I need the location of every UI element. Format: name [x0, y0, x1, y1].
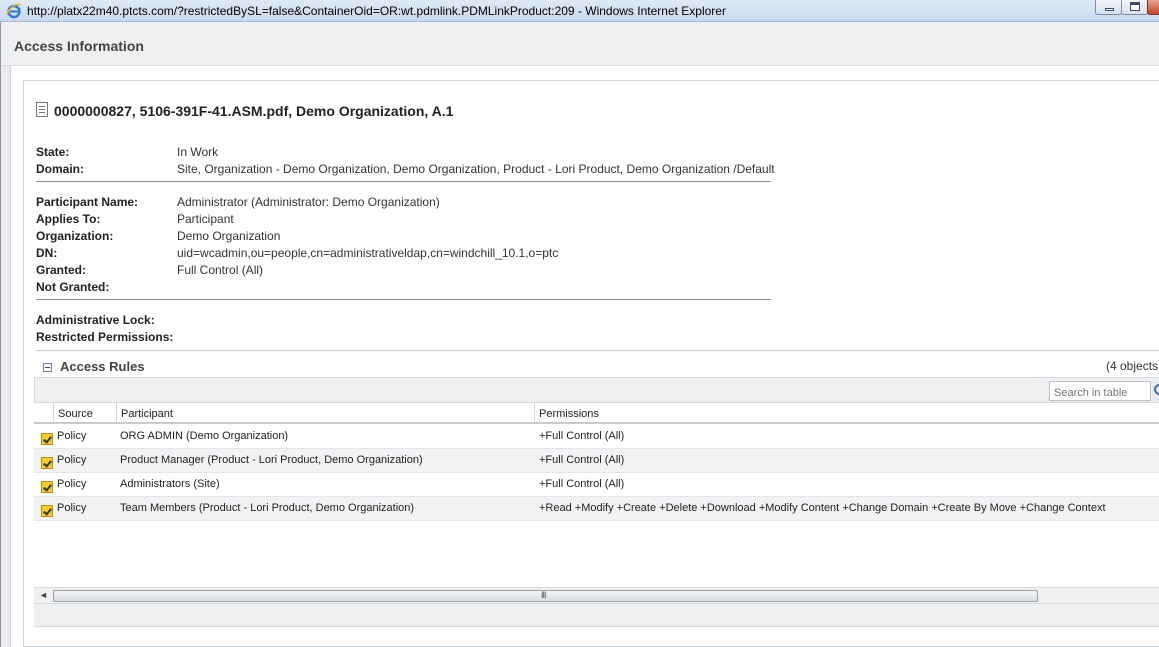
maximize-icon [1130, 2, 1140, 11]
table-row[interactable]: Policy Administrators (Site) +Full Contr… [34, 473, 1159, 497]
window-title: http://platx22m40.ptcts.com/?restrictedB… [27, 4, 726, 18]
granted-label: Granted: [36, 263, 87, 277]
access-rule-icon [41, 505, 53, 517]
state-value: In Work [177, 145, 219, 159]
window-titlebar: http://platx22m40.ptcts.com/?restrictedB… [0, 0, 1159, 22]
cell-participant: Administrators (Site) [120, 478, 220, 490]
scroll-left-icon[interactable]: ◄ [39, 590, 48, 600]
cell-source: Policy [57, 502, 87, 514]
maximize-button[interactable] [1121, 0, 1148, 15]
content-area: 0000000827, 5106-391F-41.ASM.pdf, Demo O… [10, 66, 1159, 647]
minimize-button[interactable] [1095, 0, 1122, 15]
applies-to-label: Applies To: [36, 212, 101, 226]
participant-name-label: Participant Name: [36, 195, 139, 209]
cell-participant: Team Members (Product - Lori Product, De… [120, 502, 415, 514]
domain-label: Domain: [36, 162, 84, 176]
participant-name-value: Administrator (Administrator: Demo Organ… [177, 195, 440, 209]
table-row[interactable]: Policy Team Members (Product - Lori Prod… [34, 497, 1159, 521]
divider [36, 299, 771, 300]
cell-participant: Product Manager (Product - Lori Product,… [120, 454, 423, 466]
access-rules-title: Access Rules [60, 359, 145, 374]
applies-to-value: Participant [177, 212, 234, 226]
access-rule-icon [41, 457, 53, 469]
cell-permissions: +Full Control (All) [539, 478, 625, 490]
access-rule-icon [41, 433, 53, 445]
dn-label: DN: [36, 246, 58, 260]
not-granted-label: Not Granted: [36, 280, 110, 294]
cell-source: Policy [57, 430, 87, 442]
column-header-source[interactable]: Source [53, 403, 115, 423]
cell-permissions: +Full Control (All) [539, 430, 625, 442]
cell-participant: ORG ADMIN (Demo Organization) [120, 430, 289, 442]
window-frame: Access Information 0000000827, 5106-391F… [0, 22, 1159, 647]
internet-explorer-icon [6, 3, 22, 19]
cell-permissions: +Read +Modify +Create +Delete +Download … [539, 502, 1106, 514]
document-icon [36, 102, 48, 117]
scrollbar-grip-icon: III [541, 590, 546, 600]
organization-label: Organization: [36, 229, 114, 243]
page-header: Access Information [1, 22, 1159, 66]
administrative-lock-label: Administrative Lock: [36, 313, 155, 327]
state-label: State: [36, 145, 70, 159]
object-title: 0000000827, 5106-391F-41.ASM.pdf, Demo O… [54, 103, 454, 119]
close-button[interactable] [1147, 0, 1159, 15]
horizontal-scrollbar[interactable]: ◄ III [34, 587, 1159, 603]
access-rule-icon [41, 481, 53, 493]
restricted-permissions-label: Restricted Permissions: [36, 330, 174, 344]
scrollbar-thumb[interactable]: III [53, 590, 1038, 602]
column-header-participant[interactable]: Participant [116, 403, 534, 423]
cell-permissions: +Full Control (All) [539, 454, 625, 466]
access-info-panel: 0000000827, 5106-391F-41.ASM.pdf, Demo O… [23, 80, 1159, 647]
table-toolbar [34, 377, 1159, 403]
table-row[interactable]: Policy Product Manager (Product - Lori P… [34, 449, 1159, 473]
granted-value: Full Control (All) [177, 263, 264, 277]
cell-source: Policy [57, 478, 87, 490]
table-row[interactable]: Policy ORG ADMIN (Demo Organization) +Fu… [34, 425, 1159, 449]
cell-source: Policy [57, 454, 87, 466]
organization-value: Demo Organization [177, 229, 281, 243]
collapse-section-icon[interactable] [43, 363, 52, 372]
column-header-permissions[interactable]: Permissions [534, 403, 734, 423]
section-divider [36, 350, 1159, 351]
divider [36, 181, 771, 182]
object-count: (4 objects [1106, 359, 1159, 373]
search-icon[interactable] [1152, 381, 1159, 401]
page-title: Access Information [14, 38, 144, 54]
search-in-table-input[interactable] [1049, 381, 1151, 401]
dn-value: uid=wcadmin,ou=people,cn=administrativel… [177, 246, 559, 260]
domain-value: Site, Organization - Demo Organization, … [177, 162, 775, 176]
table-footer [34, 603, 1159, 627]
minimize-icon [1105, 8, 1114, 11]
